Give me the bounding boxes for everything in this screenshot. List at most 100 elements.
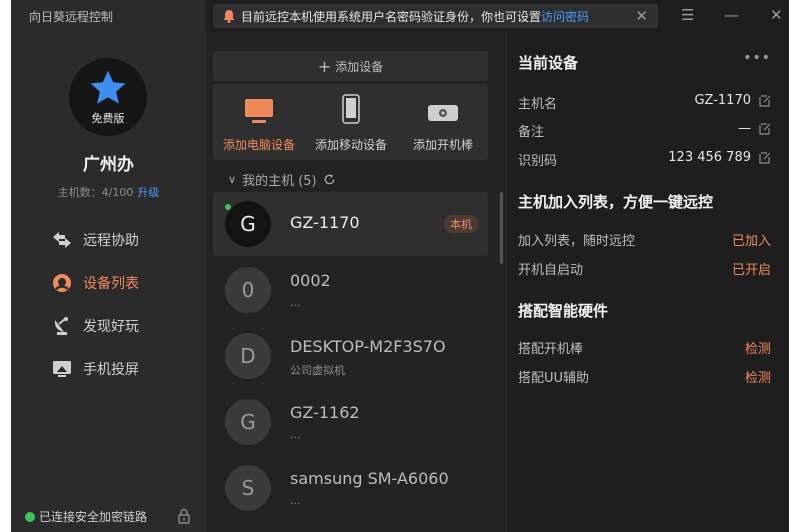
device-row[interactable]: D DESKTOP-M2F3S7O 公司虚拟机 (213, 324, 488, 388)
access-password-link[interactable]: 访问密码 (541, 8, 589, 25)
online-indicator-icon (225, 204, 231, 210)
add-mobile-button[interactable]: 添加移动设备 (305, 84, 397, 160)
note-row: 备注 — (518, 121, 771, 141)
power-stick-label: 搭配开机棒 (518, 342, 584, 357)
discover-icon (51, 315, 73, 337)
host-count-text: 主机数：4/100 (57, 186, 134, 199)
minimize-icon[interactable]: — (724, 6, 739, 24)
host-name-row: 主机名 GZ-1170 (518, 93, 771, 113)
close-icon[interactable]: ✕ (635, 7, 648, 25)
add-options: 添加电脑设备 添加移动设备 添加开机棒 (213, 84, 488, 160)
power-stick-icon (428, 105, 458, 121)
add-computer-button[interactable]: 添加电脑设备 (213, 84, 305, 160)
lock-icon[interactable] (177, 508, 191, 524)
device-name-label: DESKTOP-M2F3S7O (290, 337, 446, 356)
autostart-label: 开机自启动 (518, 263, 584, 278)
connection-status: 已连接安全加密链路 (25, 508, 147, 525)
device-avatar: D (225, 333, 271, 379)
uu-assist-check-button[interactable]: 检测 (745, 367, 771, 386)
device-details-panel: 当前设备 ••• 主机名 GZ-1170 备注 — 识别码 123 456 78… (506, 32, 789, 532)
sidebar-item-label: 手机投屏 (83, 361, 139, 378)
join-list-title: 主机加入列表，方便一键远控 (518, 193, 714, 211)
device-name: 广州办 (83, 155, 134, 175)
mobile-icon (342, 94, 360, 124)
id-code-value: 123 456 789 (668, 150, 751, 165)
device-avatar: G (225, 399, 271, 445)
device-row[interactable]: S samsung SM-A6060 ... (213, 456, 488, 520)
join-list-row: 加入列表，随时远控 已加入 (518, 230, 771, 250)
sidebar-item-screen-cast[interactable]: 手机投屏 (11, 347, 206, 390)
refresh-icon[interactable] (323, 173, 336, 186)
security-notice: 目前远控本机使用系统用户名密码验证身份，你也可设置 访问密码 ✕ (213, 4, 658, 28)
sidebar-item-device-list[interactable]: 设备列表 (11, 261, 206, 304)
device-avatar: 0 (225, 267, 271, 313)
bell-icon (223, 10, 235, 23)
avatar[interactable]: 免费版 (69, 58, 147, 136)
autostart-status[interactable]: 已开启 (732, 259, 771, 278)
computer-icon (245, 99, 273, 123)
group-label: 我的主机 (5) (242, 174, 317, 189)
host-name-value: GZ-1170 (694, 93, 751, 108)
edit-icon[interactable] (759, 122, 771, 135)
power-stick-row: 搭配开机棒 检测 (518, 338, 771, 358)
edit-icon[interactable] (759, 151, 771, 164)
device-row[interactable]: G GZ-1170 本机 (213, 192, 488, 256)
device-name-label: samsung SM-A6060 (290, 469, 449, 488)
add-power-stick-label: 添加开机棒 (412, 138, 473, 152)
device-list-icon (51, 272, 73, 294)
add-device-label: 添加设备 (335, 59, 384, 74)
star-icon (90, 71, 126, 104)
power-stick-check-button[interactable]: 检测 (745, 338, 771, 357)
add-power-stick-button[interactable]: 添加开机棒 (397, 84, 489, 160)
screen-cast-icon (51, 358, 73, 380)
host-name-label: 主机名 (518, 97, 558, 112)
device-note: ... (290, 494, 301, 507)
top-bar: 目前远控本机使用系统用户名密码验证身份，你也可设置 访问密码 ✕ ☰ — ✕ (206, 0, 789, 32)
notice-text: 目前远控本机使用系统用户名密码验证身份，你也可设置 (241, 9, 542, 24)
device-note: ... (290, 428, 301, 441)
edit-icon[interactable] (759, 94, 771, 107)
sidebar-item-discover[interactable]: 发现好玩 (11, 304, 206, 347)
id-code-row: 识别码 123 456 789 (518, 150, 771, 170)
device-row[interactable]: G GZ-1162 ... (213, 390, 488, 454)
uu-assist-row: 搭配UU辅助 检测 (518, 367, 771, 387)
device-list-panel: + 添加设备 添加电脑设备 添加移动设备 添加开机棒 ∨ 我的主机 (5) G … (206, 32, 506, 532)
app-window: 向日葵远程控制 免费版 广州办 主机数：4/100 升级 远程协助 设备列表 发… (11, 0, 789, 532)
id-code-label: 识别码 (518, 154, 558, 169)
window-close-icon[interactable]: ✕ (770, 6, 783, 24)
hardware-title: 搭配智能硬件 (518, 302, 609, 320)
scrollbar[interactable] (500, 192, 503, 264)
device-name-label: 0002 (290, 271, 331, 290)
device-name-label: GZ-1170 (290, 213, 360, 232)
sidebar-item-remote-assist[interactable]: 远程协助 (11, 218, 206, 261)
chevron-down-icon: ∨ (228, 173, 237, 186)
device-avatar: G (225, 201, 271, 247)
uu-assist-label: 搭配UU辅助 (518, 371, 590, 386)
group-header[interactable]: ∨ 我的主机 (5) (228, 170, 336, 189)
note-label: 备注 (518, 125, 545, 140)
host-count: 主机数：4/100 升级 (11, 184, 206, 200)
device-name-label: GZ-1162 (290, 403, 360, 422)
remote-assist-icon (51, 229, 73, 251)
sidebar-item-label: 设备列表 (83, 275, 139, 292)
sidebar: 向日葵远程控制 免费版 广州办 主机数：4/100 升级 远程协助 设备列表 发… (11, 0, 206, 532)
join-list-label: 加入列表，随时远控 (518, 234, 636, 249)
host-name-value-wrap: GZ-1170 (694, 93, 771, 108)
add-device-button[interactable]: + 添加设备 (213, 51, 488, 81)
note-value: — (738, 121, 751, 136)
note-value-wrap: — (738, 121, 771, 136)
device-row[interactable]: 0 0002 ... (213, 258, 488, 322)
status-dot-icon (25, 511, 35, 522)
menu-icon[interactable]: ☰ (681, 6, 694, 24)
autostart-row: 开机自启动 已开启 (518, 259, 771, 279)
sidebar-item-label: 远程协助 (83, 232, 139, 249)
current-device-title: 当前设备 (518, 54, 579, 72)
local-machine-badge: 本机 (444, 215, 478, 233)
id-code-value-wrap: 123 456 789 (668, 150, 771, 165)
upgrade-link[interactable]: 升级 (137, 186, 159, 199)
sidebar-nav: 远程协助 设备列表 发现好玩 手机投屏 (11, 218, 206, 390)
add-mobile-label: 添加移动设备 (314, 138, 387, 152)
join-list-status[interactable]: 已加入 (732, 230, 771, 249)
device-note: 公司虚拟机 (290, 364, 345, 377)
more-icon[interactable]: ••• (743, 50, 771, 66)
